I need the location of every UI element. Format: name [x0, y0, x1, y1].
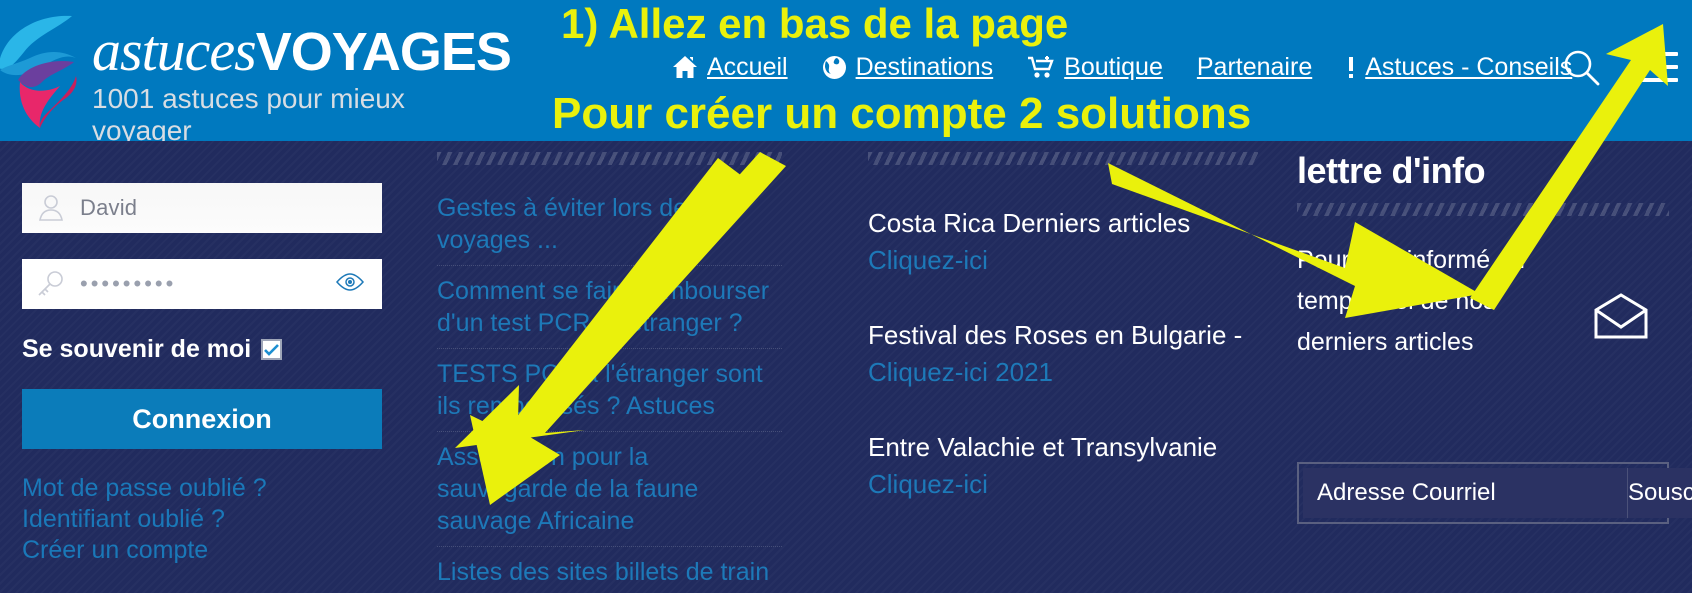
logo[interactable]: astucesVOYAGES 1001 astuces pour mieux v… [0, 0, 512, 141]
login-form: David ••••••••• Se souvenir de moi Conne… [22, 183, 382, 566]
burger-line [1640, 52, 1678, 56]
article-cta-link[interactable]: Cliquez-ici 2021 [868, 355, 1258, 389]
username-field[interactable]: David [22, 183, 382, 233]
nav-item-partenaire[interactable]: Partenaire [1197, 52, 1312, 82]
article-item: Entre Valachie et Transylvanie Cliquez-i… [868, 431, 1258, 501]
nav-label: Astuces - Conseils [1365, 53, 1573, 81]
articles-links-column: Gestes à éviter lors de vos voyages ... … [437, 152, 782, 593]
hamburger-menu-icon[interactable] [1640, 52, 1678, 82]
article-item: Festival des Roses en Bulgarie - Cliquez… [868, 319, 1258, 389]
password-value: ••••••••• [80, 271, 177, 296]
remember-me-row[interactable]: Se souvenir de moi [22, 335, 382, 364]
remember-me-label: Se souvenir de moi [22, 335, 252, 363]
logo-word-astuces: astuces [92, 18, 257, 83]
newsletter-description: Pour être informé en temps réel de nos d… [1297, 246, 1525, 356]
password-field[interactable]: ••••••••• [22, 259, 382, 309]
nav-label: Boutique [1064, 53, 1163, 81]
hatch-divider [437, 152, 782, 165]
newsletter-column: lettre d'info Pour être informé en temps… [1297, 150, 1669, 390]
nav-item-astuces-conseils[interactable]: Astuces - Conseils [1346, 52, 1572, 82]
eye-icon[interactable] [336, 273, 364, 296]
article-title: Costa Rica Derniers articles [868, 208, 1191, 238]
search-icon[interactable] [1562, 48, 1602, 93]
subscribe-button[interactable]: Souscrire [1628, 468, 1692, 518]
nav-item-accueil[interactable]: Accueil [672, 52, 788, 82]
burger-line [1640, 78, 1678, 82]
forgot-username-link[interactable]: Identifiant oublié ? [22, 504, 382, 535]
globe-icon [822, 55, 847, 80]
exclamation-icon [1346, 55, 1356, 80]
forgot-password-link[interactable]: Mot de passe oublié ? [22, 473, 382, 504]
nav-label: Accueil [707, 53, 788, 81]
hatch-divider [1297, 203, 1669, 216]
main-navigation: Accueil Destinations Boutique Partenaire… [672, 47, 1572, 87]
article-cta-link[interactable]: Cliquez-ici [868, 243, 1258, 277]
shopping-cart-icon [1027, 55, 1055, 80]
article-link[interactable]: TESTS PCR à l'étranger sont ils rembours… [437, 358, 782, 422]
article-link[interactable]: Comment se faire rembourser d'un test PC… [437, 275, 782, 339]
newsletter-body: Pour être informé en temps réel de nos d… [1297, 240, 1669, 390]
logo-tagline: 1001 astuces pour mieux voyager [92, 83, 405, 141]
envelope-icon [1593, 292, 1649, 345]
logo-word-voyages: VOYAGES [255, 22, 512, 82]
newsletter-subscribe-box: Souscrire [1297, 462, 1692, 524]
site-header: astucesVOYAGES 1001 astuces pour mieux v… [0, 0, 1692, 141]
nav-item-boutique[interactable]: Boutique [1027, 52, 1163, 82]
article-link[interactable]: Listes des sites billets de train occasi… [437, 556, 782, 593]
list-item[interactable]: Association pour la sauvegarde de la fau… [437, 431, 782, 546]
nav-label: Partenaire [1196, 53, 1313, 81]
login-helper-links: Mot de passe oublié ? Identifiant oublié… [22, 473, 382, 566]
nav-label: Destinations [855, 53, 994, 81]
user-icon [22, 193, 80, 223]
hatch-divider [868, 152, 1258, 165]
home-icon [672, 55, 698, 79]
email-input[interactable] [1303, 468, 1628, 518]
article-title: Entre Valachie et Transylvanie [868, 432, 1218, 462]
article-item: Costa Rica Derniers articles Cliquez-ici [868, 207, 1258, 277]
burger-line [1640, 65, 1678, 69]
featured-articles-column: Costa Rica Derniers articles Cliquez-ici… [868, 152, 1258, 501]
key-icon [22, 269, 80, 299]
article-title: Festival des Roses en Bulgarie - [868, 320, 1243, 350]
list-item[interactable]: TESTS PCR à l'étranger sont ils rembours… [437, 348, 782, 431]
list-item[interactable]: Listes des sites billets de train occasi… [437, 546, 782, 593]
list-item[interactable]: Gestes à éviter lors de vos voyages ... [437, 183, 782, 265]
login-submit-button[interactable]: Connexion [22, 389, 382, 449]
article-cta-link[interactable]: Cliquez-ici [868, 467, 1258, 501]
article-link[interactable]: Gestes à éviter lors de vos voyages ... [437, 192, 782, 256]
username-value: David [80, 195, 138, 220]
astuces-voyages-swoosh-icon [0, 15, 77, 128]
nav-item-destinations[interactable]: Destinations [822, 52, 994, 82]
link-list: Gestes à éviter lors de vos voyages ... … [437, 183, 782, 593]
create-account-link[interactable]: Créer un compte [22, 535, 382, 566]
logo-text: astucesVOYAGES 1001 astuces pour mieux v… [92, 22, 512, 142]
newsletter-title: lettre d'info [1297, 150, 1486, 191]
remember-me-checkbox[interactable] [261, 339, 283, 360]
list-item[interactable]: Comment se faire rembourser d'un test PC… [437, 265, 782, 348]
article-link[interactable]: Association pour la sauvegarde de la fau… [437, 441, 782, 537]
